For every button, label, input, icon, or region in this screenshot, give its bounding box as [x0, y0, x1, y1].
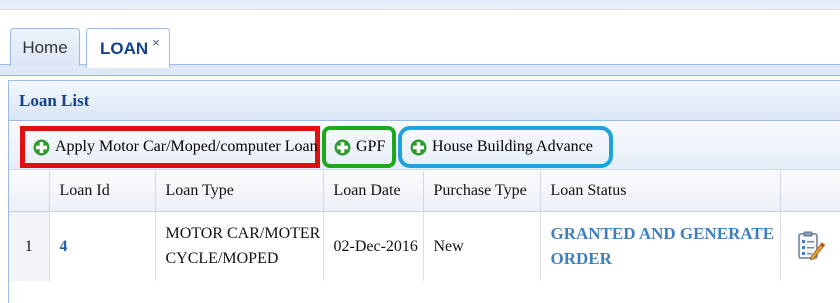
column-header-loan-type[interactable]: Loan Type: [155, 171, 324, 212]
rownum-header: [9, 171, 50, 212]
green-cross-add-icon: [334, 139, 351, 155]
grid-header-row: Loan Id Loan Type Loan Date Purchase Typ…: [9, 171, 840, 212]
gpf-button[interactable]: GPF: [322, 126, 396, 168]
tab-home[interactable]: Home: [10, 28, 80, 66]
panel-header: Loan List: [9, 81, 840, 121]
close-icon[interactable]: ×: [152, 35, 160, 50]
tab-loan[interactable]: LOAN ×: [86, 28, 170, 68]
window-top-strip: [0, 0, 840, 10]
gpf-label: GPF: [356, 138, 386, 155]
apply-motor-car-loan-label: Apply Motor Car/Moped/computer Loan: [55, 138, 318, 155]
loan-status-cell: GRANTED AND GENERATE ORDER: [540, 211, 781, 281]
action-cell: [780, 211, 840, 281]
panel-title: Loan List: [19, 90, 90, 110]
loan-list-panel: Loan List Apply Motor Car/Moped/computer…: [8, 80, 840, 303]
green-cross-add-icon: [410, 139, 427, 155]
tab-bar: Home LOAN ×: [0, 10, 840, 76]
loan-grid: Loan Id Loan Type Loan Date Purchase Typ…: [9, 171, 840, 281]
house-building-advance-button[interactable]: House Building Advance: [398, 126, 613, 168]
column-header-action: [780, 171, 840, 212]
table-row[interactable]: 1 4 MOTOR CAR/MOTER CYCLE/MOPED 02-Dec-2…: [9, 211, 840, 281]
house-building-advance-label: House Building Advance: [432, 138, 593, 155]
column-header-purchase-type[interactable]: Purchase Type: [423, 171, 541, 212]
loan-date-cell: 02-Dec-2016: [323, 211, 424, 281]
row-number: 1: [9, 211, 50, 281]
green-cross-add-icon: [33, 139, 50, 155]
column-header-loan-id[interactable]: Loan Id: [49, 171, 156, 212]
purchase-type-cell: New: [423, 211, 541, 281]
apply-motor-car-loan-button[interactable]: Apply Motor Car/Moped/computer Loan: [20, 126, 320, 168]
toolbar: Apply Motor Car/Moped/computer Loan GPF …: [9, 122, 840, 170]
loan-type-cell: MOTOR CAR/MOTER CYCLE/MOPED: [155, 211, 324, 281]
edit-form-icon[interactable]: [797, 231, 825, 261]
column-header-loan-status[interactable]: Loan Status: [540, 171, 781, 212]
tab-loan-label: LOAN: [100, 38, 149, 58]
column-header-loan-date[interactable]: Loan Date: [323, 171, 424, 212]
tab-home-label: Home: [22, 37, 68, 57]
loan-id-link[interactable]: 4: [49, 211, 156, 281]
